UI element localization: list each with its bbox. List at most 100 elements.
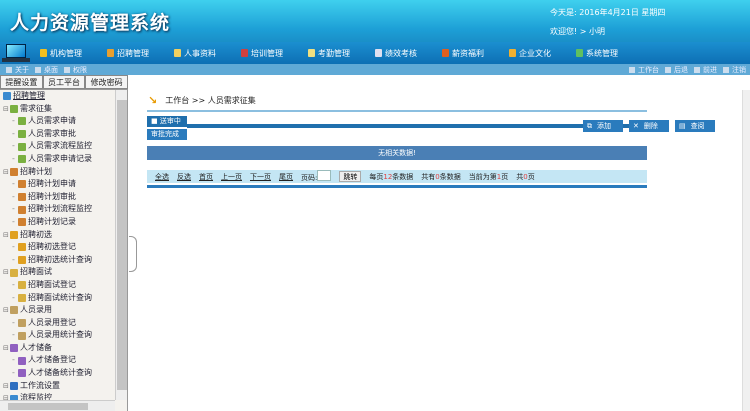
nav-label: 机构管理 — [50, 48, 82, 58]
nav-icon — [308, 49, 315, 57]
tree-node-icon — [18, 180, 26, 189]
nav-icon — [174, 49, 181, 57]
toolbar-logout[interactable]: 注销 — [723, 65, 746, 75]
tab-reminder-settings[interactable]: 提醒设置 — [0, 75, 43, 89]
tree-item[interactable]: - 招聘计划申请 — [0, 178, 115, 191]
nav-item[interactable]: 培训管理 — [241, 48, 298, 59]
nav-icon — [509, 49, 516, 57]
sidebar-horizontal-scrollbar[interactable] — [0, 400, 115, 411]
tree-item[interactable]: - 人才储备统计查询 — [0, 367, 115, 380]
tree-item[interactable]: - 人员需求审批 — [0, 128, 115, 141]
add-button[interactable]: ⧉ 添加 — [583, 120, 623, 134]
tree-item[interactable]: - 招聘面试统计查询 — [0, 292, 115, 305]
nav-icon — [375, 49, 382, 57]
toolbar-about[interactable]: 关于 — [6, 65, 29, 75]
empty-message: 无相关数据! — [147, 146, 647, 160]
nav-item[interactable]: 薪资福利 — [442, 48, 499, 59]
toolbar-permission[interactable]: 权限 — [64, 65, 87, 75]
tree-item[interactable]: - 人员需求申请 — [0, 115, 115, 128]
delete-button[interactable]: ✕ 删除 — [629, 120, 669, 134]
tree-item[interactable]: - 人才储备登记 — [0, 354, 115, 367]
nav-icon — [40, 49, 47, 57]
breadcrumb-text: 工作台 >> 人员需求征集 — [165, 96, 256, 105]
workbench-icon — [629, 66, 635, 73]
nav-label: 考勤管理 — [318, 48, 350, 58]
next-page-link[interactable]: 下一页 — [250, 172, 271, 182]
main-nav: 机构管理 招聘管理 人事资料 培训管理 考勤管理 绩效考核 薪资福利 企业文化 系统管理 — [0, 42, 750, 64]
total-pages-text: 共0页 — [516, 172, 535, 181]
tree-item[interactable]: ⊟ 工作流设置 — [0, 380, 115, 393]
nav-icon — [442, 49, 449, 57]
tree-node-icon — [10, 104, 18, 113]
tab-pending[interactable]: ■ 送审中 — [147, 116, 187, 127]
arrow-icon: ↘ — [148, 94, 158, 107]
tree-node-icon — [18, 130, 26, 139]
tree-item[interactable]: - 人员录用登记 — [0, 317, 115, 330]
first-page-link[interactable]: 首页 — [199, 172, 213, 182]
invert-selection-link[interactable]: 反选 — [177, 172, 191, 182]
tree-item[interactable]: - 招聘初选统计查询 — [0, 254, 115, 267]
tree-node-icon — [18, 117, 26, 126]
tree-item[interactable]: ⊟ 招聘面试 — [0, 266, 115, 279]
toolbar-forward[interactable]: 前进 — [694, 65, 717, 75]
tree-item[interactable]: - 招聘面试登记 — [0, 279, 115, 292]
nav-item[interactable]: 系统管理 — [576, 48, 633, 59]
nav-item[interactable]: 人事资料 — [174, 48, 231, 59]
nav-item[interactable]: 企业文化 — [509, 48, 566, 59]
nav-label: 人事资料 — [184, 48, 216, 58]
select-all-link[interactable]: 全选 — [155, 172, 169, 182]
menu-tree: 招聘管理 ⊟ 需求征集 - 人员需求申请 - 人员需求审批 - 人员需求流程监控 - 人员需求申请记… — [0, 90, 115, 405]
nav-item[interactable]: 招聘管理 — [107, 48, 164, 59]
main-scrollbar[interactable] — [742, 90, 750, 411]
nav-item[interactable]: 考勤管理 — [308, 48, 365, 59]
sub-toolbar: 关于 桌面 权限 工作台 后退 前进 注销 — [0, 64, 750, 75]
prev-page-link[interactable]: 上一页 — [221, 172, 242, 182]
tree-item[interactable]: ⊟ 人才储备 — [0, 342, 115, 355]
tree-item[interactable]: - 人员需求申请记录 — [0, 153, 115, 166]
tab-change-password[interactable]: 修改密码 — [85, 75, 129, 89]
tree-node-icon — [18, 243, 26, 252]
app-title: 人力资源管理系统 — [10, 12, 171, 34]
tree-node-icon — [10, 306, 18, 315]
nav-item[interactable]: 绩效考核 — [375, 48, 432, 59]
tree-item[interactable]: ⊟ 招聘计划 — [0, 166, 115, 179]
last-page-link[interactable]: 尾页 — [279, 172, 293, 182]
page-label: 页码: — [301, 174, 318, 182]
tree-item[interactable]: ⊟ 需求征集 — [0, 103, 115, 116]
nav-icon — [107, 49, 114, 57]
toolbar-workbench[interactable]: 工作台 — [629, 65, 659, 75]
tree-item[interactable]: - 招聘计划审批 — [0, 191, 115, 204]
collapse-handle[interactable] — [129, 236, 137, 272]
tree-item[interactable]: - 招聘计划记录 — [0, 216, 115, 229]
tree-item[interactable]: ⊟ 人员录用 — [0, 304, 115, 317]
add-icon: ⧉ — [587, 121, 592, 130]
toolbar-desktop[interactable]: 桌面 — [35, 65, 58, 75]
page-input[interactable] — [317, 170, 332, 181]
tab-employee-platform[interactable]: 员工平台 — [42, 75, 86, 89]
tree-item[interactable]: - 人员录用统计查询 — [0, 329, 115, 342]
back-icon — [665, 66, 671, 73]
tree-node-icon — [10, 381, 18, 390]
side-tabs: 提醒设置 员工平台 修改密码 — [0, 75, 129, 90]
nav-label: 绩效考核 — [385, 48, 417, 58]
nav-item[interactable]: 机构管理 — [40, 48, 97, 59]
tree-item[interactable]: - 招聘初选登记 — [0, 241, 115, 254]
toolbar-back[interactable]: 后退 — [665, 65, 688, 75]
nav-label: 企业文化 — [519, 48, 551, 58]
tree-node-icon — [18, 331, 26, 340]
logout-icon — [723, 66, 729, 73]
per-page-text: 每页12条数据 — [369, 172, 414, 181]
tree-item[interactable]: ⊟ 招聘初选 — [0, 229, 115, 242]
tree-item[interactable]: - 招聘计划流程监控 — [0, 203, 115, 216]
view-button[interactable]: ▤ 查阅 — [675, 120, 715, 134]
tab-approved[interactable]: 审批完成 — [147, 129, 187, 140]
go-button[interactable]: 跳转 — [339, 171, 362, 182]
sidebar-vertical-scrollbar[interactable] — [115, 90, 127, 400]
tree-node-icon — [18, 142, 26, 151]
nav-label: 薪资福利 — [452, 48, 484, 58]
tree-node-icon — [10, 344, 18, 353]
tree-item[interactable]: 招聘管理 — [0, 90, 115, 103]
delete-icon: ✕ — [633, 122, 639, 130]
tree-item[interactable]: - 人员需求流程监控 — [0, 140, 115, 153]
forward-icon — [694, 66, 700, 73]
